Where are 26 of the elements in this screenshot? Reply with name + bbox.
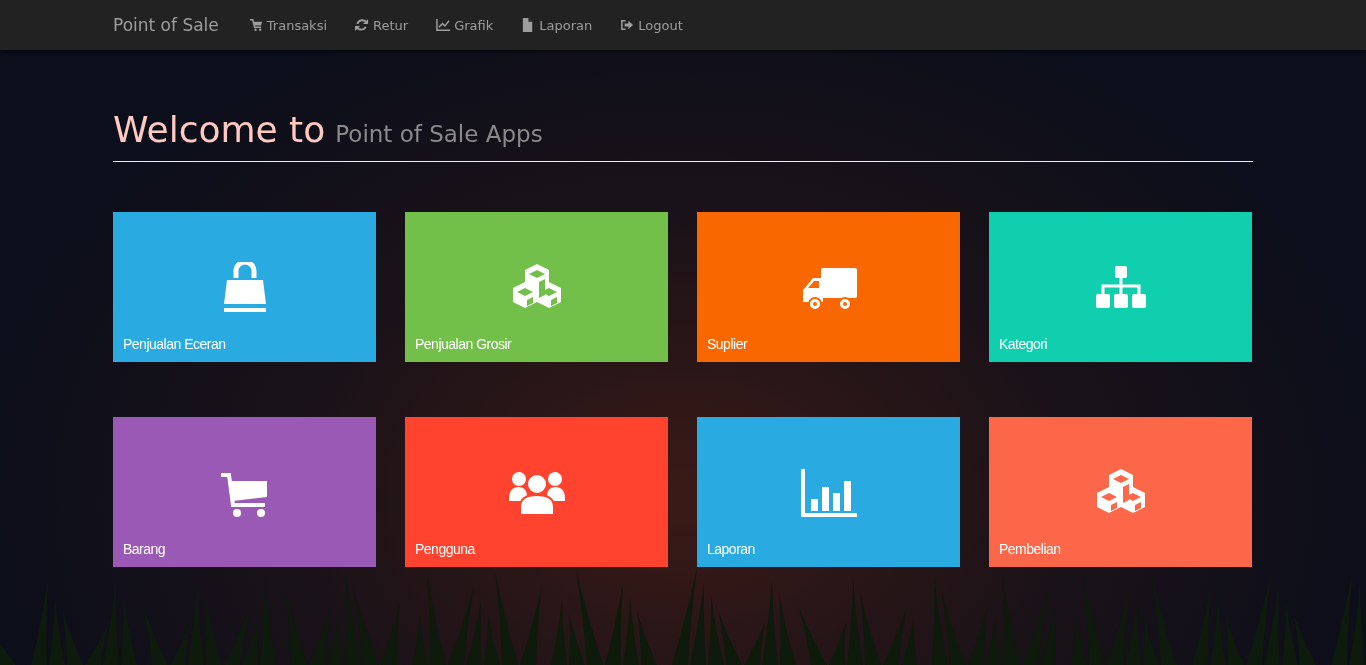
- cart-icon: [248, 18, 263, 32]
- tile-label: Barang: [123, 541, 166, 558]
- tile-label: Pembelian: [999, 541, 1061, 558]
- menu-tile[interactable]: Suplier: [697, 212, 960, 363]
- welcome-heading: Welcome to: [113, 108, 326, 152]
- menu-tile[interactable]: Pengguna: [405, 417, 668, 568]
- nav-link[interactable]: Retur: [355, 17, 409, 33]
- menu-tile[interactable]: Pembelian: [989, 417, 1252, 568]
- tile-label: Kategori: [999, 336, 1048, 353]
- nav-link[interactable]: Laporan: [521, 17, 593, 33]
- app-subtitle: Point of Sale Apps: [335, 121, 543, 147]
- nav-link[interactable]: Grafik: [436, 17, 494, 33]
- menu-tile[interactable]: Laporan: [697, 417, 960, 568]
- nav-link[interactable]: Transaksi: [248, 17, 328, 33]
- line-chart-icon: [436, 18, 451, 32]
- tile-label: Suplier: [707, 336, 748, 353]
- menu-tile[interactable]: Penjualan Eceran: [113, 212, 376, 363]
- tile-label: Pengguna: [415, 541, 475, 558]
- logout-icon: [620, 18, 635, 32]
- nav-link[interactable]: Logout: [620, 17, 683, 33]
- brand-link[interactable]: Point of Sale: [113, 15, 219, 35]
- tile-label: Penjualan Grosir: [415, 336, 512, 353]
- refresh-icon: [355, 18, 370, 32]
- tile-label: Laporan: [707, 541, 755, 558]
- tile-label: Penjualan Eceran: [123, 336, 226, 353]
- menu-tile[interactable]: Barang: [113, 417, 376, 568]
